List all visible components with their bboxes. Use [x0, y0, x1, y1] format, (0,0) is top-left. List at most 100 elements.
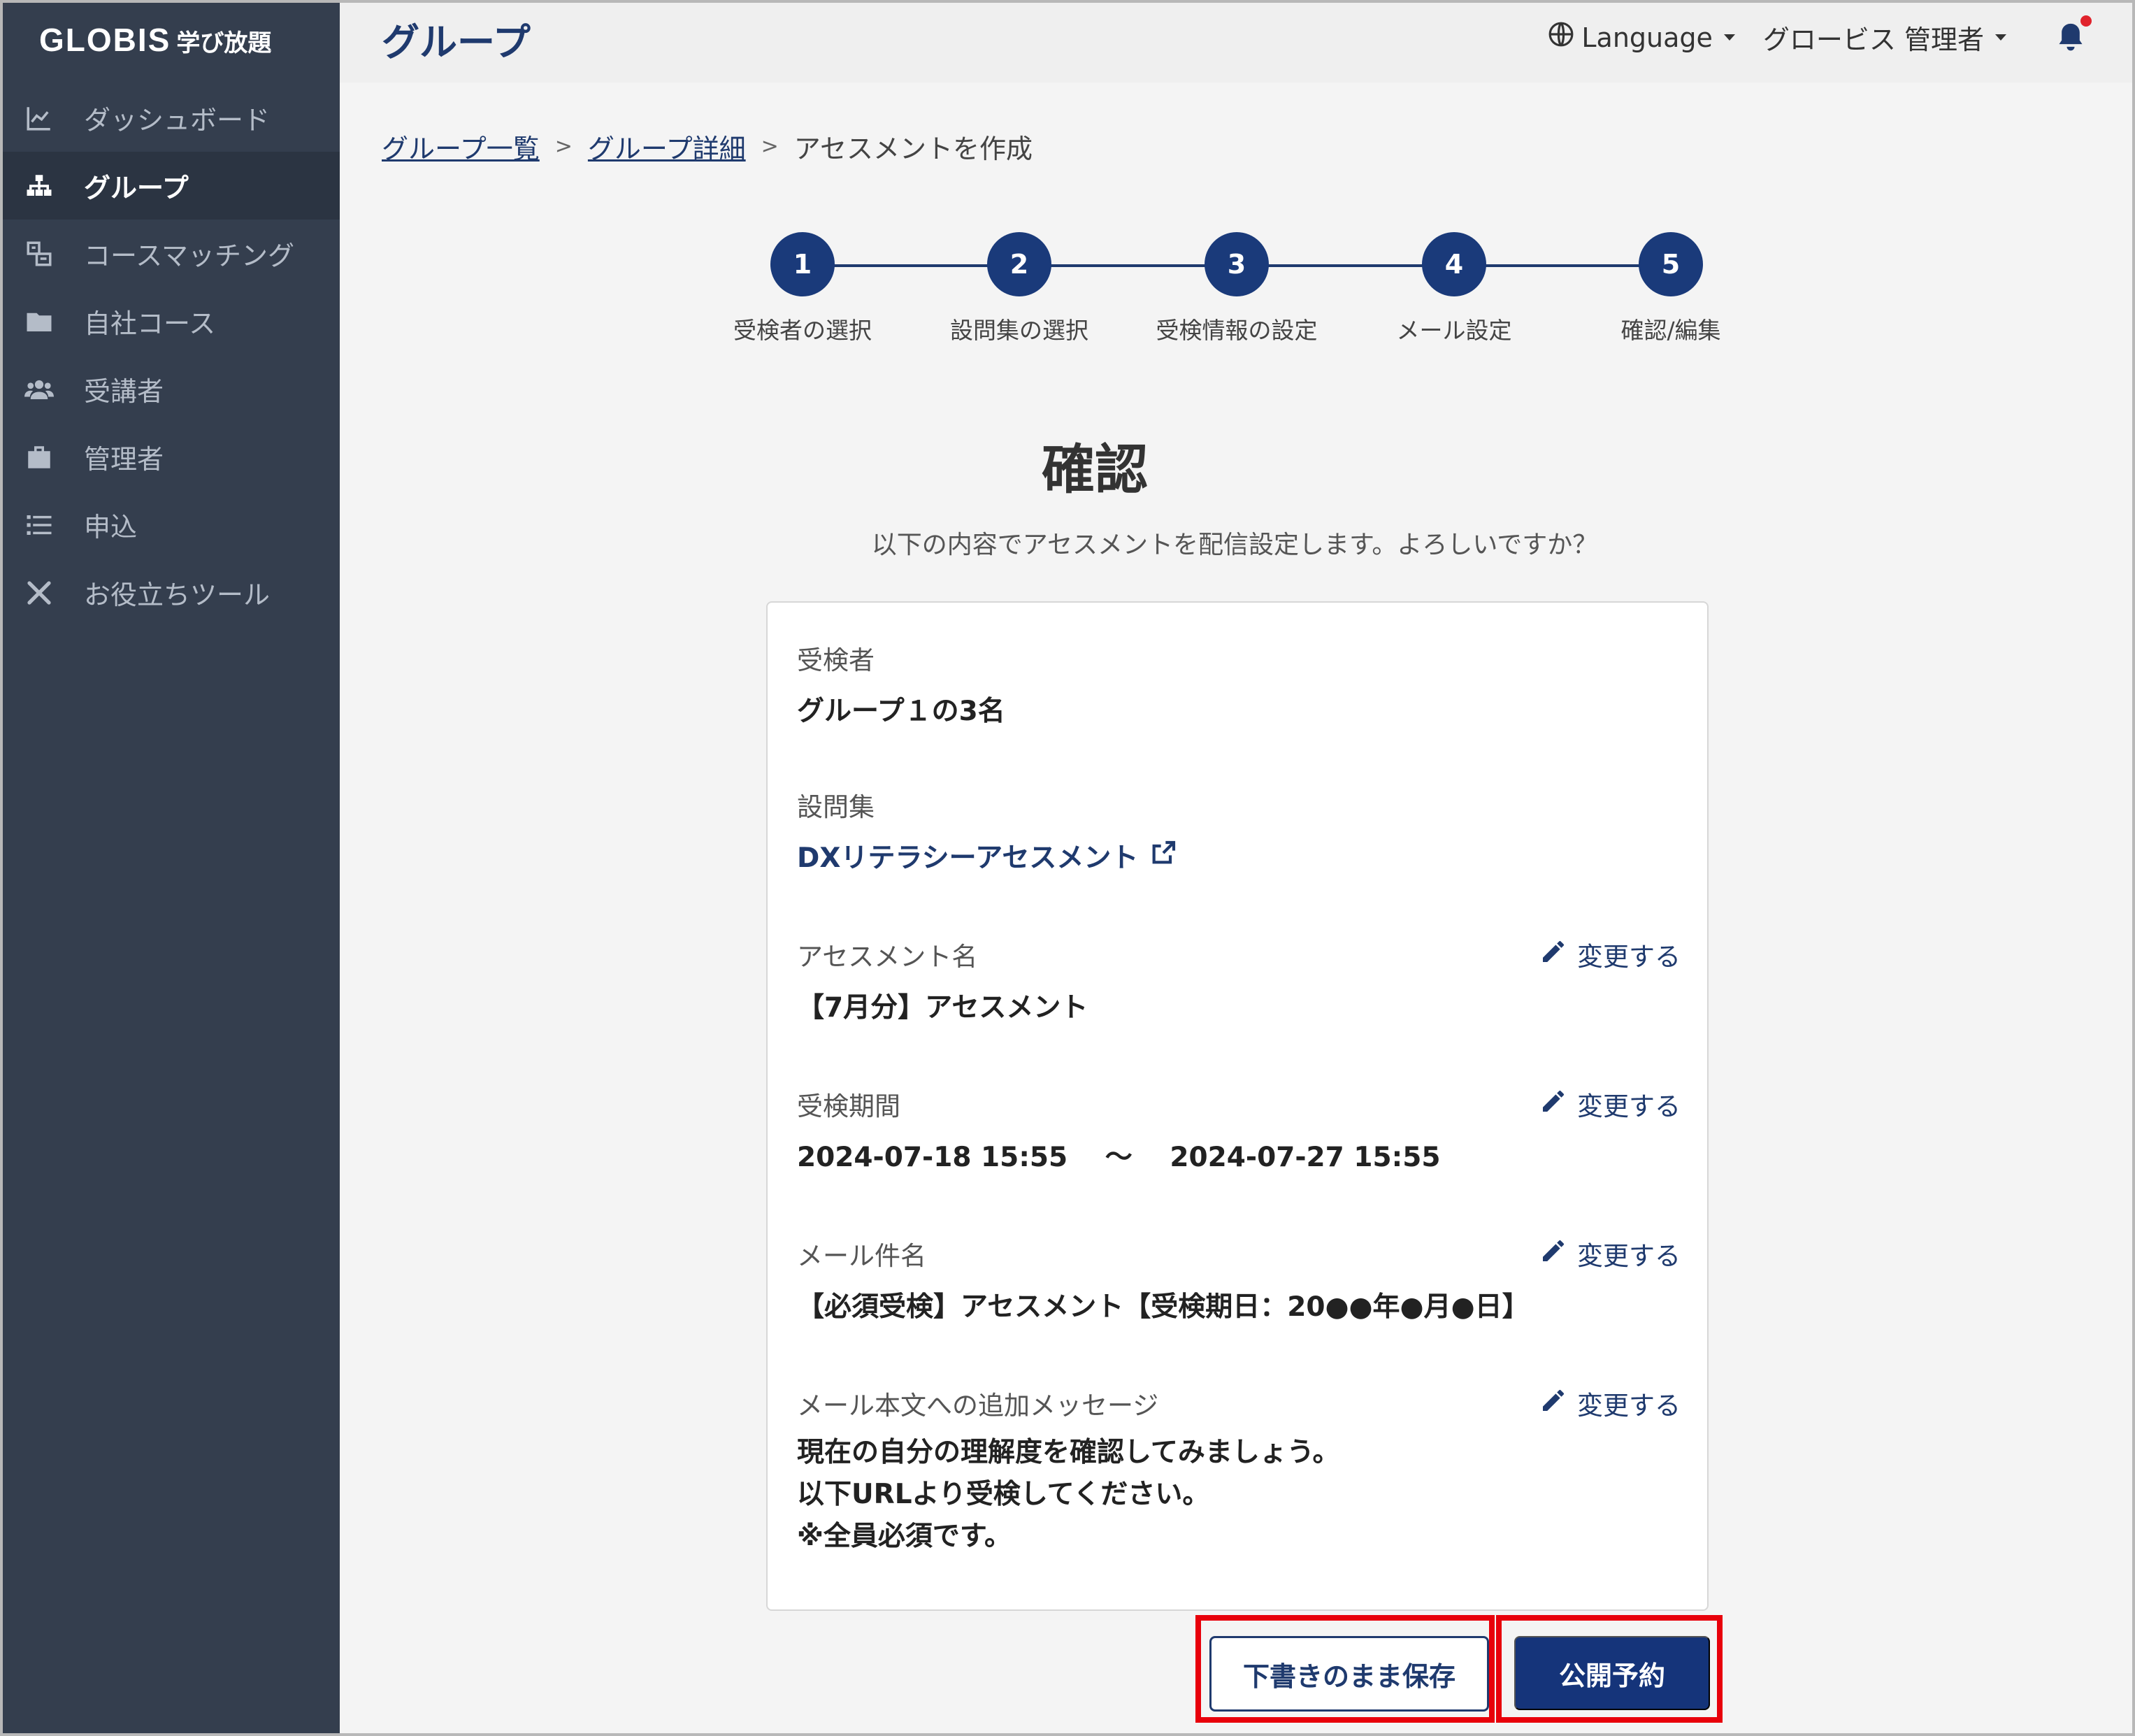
sidebar-item-label: 申込 — [84, 512, 138, 543]
sidebar: GLOBIS 学び放題 ダッシュボード グループ コースマッチング 自社コース — [0, 0, 340, 1736]
progress-stepper: 1 受検者の選択 2 設問集の選択 3 受検情報の設定 4 メール設定 5 確認… — [706, 232, 1741, 351]
step-number: 1 — [770, 232, 835, 296]
sidebar-item-label: 管理者 — [84, 444, 164, 475]
users-icon — [24, 374, 55, 405]
sidebar-item-label: 受講者 — [84, 376, 164, 407]
field-period: 受検期間 2024-07-18 15:55 〜 2024-07-27 15:55… — [797, 1085, 1681, 1179]
sidebar-item-label: 自社コース — [84, 308, 216, 339]
schedule-publish-button[interactable]: 公開予約 — [1514, 1636, 1710, 1710]
briefcase-icon — [24, 442, 55, 473]
notification-dot — [2080, 15, 2092, 27]
breadcrumb-group-detail[interactable]: グループ詳細 — [588, 127, 746, 166]
chevron-down-icon — [1995, 34, 2006, 41]
mail-message-body: 現在の自分の理解度を確認してみましょう。 以下URLより受検してください。 ※全… — [797, 1432, 1681, 1558]
step-label: 受検情報の設定 — [1156, 317, 1318, 344]
sidebar-item-applications[interactable]: 申込 — [0, 491, 340, 559]
step-label: 受検者の選択 — [733, 317, 872, 344]
question-set-name: DXリテラシーアセスメント — [797, 842, 1139, 874]
step-number: 2 — [987, 232, 1051, 296]
sidebar-item-label: お役立ちツール — [84, 580, 271, 610]
sidebar-item-label: グループ — [84, 173, 189, 203]
user-menu[interactable]: グロービス 管理者 — [1763, 18, 2006, 57]
user-name: グロービス 管理者 — [1762, 24, 1984, 55]
edit-period-button[interactable]: 変更する — [1539, 1085, 1681, 1123]
field-mail-message: メール本文への追加メッセージ 現在の自分の理解度を確認してみましょう。 以下UR… — [797, 1384, 1681, 1558]
edit-mail-subject-button[interactable]: 変更する — [1539, 1235, 1681, 1272]
external-link-icon — [1149, 838, 1177, 880]
breadcrumb-separator: > — [761, 134, 779, 159]
logo-brand: GLOBIS — [39, 22, 171, 58]
field-question-set: 設問集 DXリテラシーアセスメント — [797, 786, 1681, 880]
question-set-link[interactable]: DXリテラシーアセスメント — [797, 838, 1681, 880]
sidebar-item-admins[interactable]: 管理者 — [0, 423, 340, 491]
breadcrumb: グループ一覧 > グループ詳細 > アセスメントを作成 — [382, 127, 1033, 166]
edit-label: 変更する — [1577, 1091, 1681, 1121]
field-examinee: 受検者 グループ１の3名 — [797, 639, 1681, 733]
step-3: 3 受検情報の設定 — [1140, 232, 1333, 345]
edit-mail-message-button[interactable]: 変更する — [1539, 1384, 1681, 1422]
folder-icon — [24, 306, 55, 337]
period-end: 2024-07-27 15:55 — [1170, 1142, 1441, 1173]
mail-message-line: 現在の自分の理解度を確認してみましょう。 — [797, 1437, 1340, 1468]
sidebar-item-course-matching[interactable]: コースマッチング — [0, 220, 340, 287]
field-value: 【必須受検】アセスメント【受検期日：20●●年●月●日】 — [797, 1291, 1530, 1323]
pencil-icon — [1539, 938, 1567, 972]
course-matching-icon — [24, 238, 55, 269]
field-mail-subject: メール件名 【必須受検】アセスメント【受検期日：20●●年●月●日】 変更する — [797, 1235, 1681, 1328]
step-label: 確認/編集 — [1620, 317, 1721, 344]
step-label: 設問集の選択 — [950, 317, 1088, 344]
page-heading: グループ — [382, 20, 531, 64]
logo-subtitle: 学び放題 — [176, 29, 272, 57]
mail-message-line: 以下URLより受検してください。 — [797, 1479, 1210, 1510]
step-number: 3 — [1205, 232, 1269, 296]
sidebar-nav: ダッシュボード グループ コースマッチング 自社コース 受講者 管理者 申込 お… — [0, 84, 340, 626]
field-label: 設問集 — [797, 792, 875, 822]
header-actions: Language グロービス 管理者 — [1548, 15, 2092, 57]
edit-label: 変更する — [1577, 942, 1681, 972]
confirmation-card: 受検者 グループ１の3名 設問集 DXリテラシーアセスメント アセスメント名 【… — [766, 601, 1709, 1611]
language-selector[interactable]: Language — [1548, 21, 1735, 54]
step-number: 4 — [1422, 232, 1486, 296]
breadcrumb-group-list[interactable]: グループ一覧 — [382, 127, 540, 166]
field-assessment-name: アセスメント名 【7月分】アセスメント 変更する — [797, 935, 1681, 1029]
sidebar-item-tools[interactable]: お役立ちツール — [0, 559, 340, 626]
field-value: 【7月分】アセスメント — [797, 992, 1088, 1024]
breadcrumb-current: アセスメントを作成 — [793, 134, 1033, 164]
notification-bell-icon[interactable] — [2055, 15, 2092, 55]
field-value: 2024-07-18 15:55 〜 2024-07-27 15:55 — [797, 1137, 1681, 1179]
chevron-down-icon — [1723, 34, 1735, 41]
chart-line-icon — [24, 103, 55, 134]
sidebar-item-own-course[interactable]: 自社コース — [0, 287, 340, 355]
step-4: 4 メール設定 — [1358, 232, 1551, 345]
save-draft-button[interactable]: 下書きのまま保存 — [1209, 1636, 1489, 1712]
field-label: 受検者 — [797, 645, 875, 675]
sidebar-item-label: ダッシュボード — [84, 105, 271, 136]
language-label: Language — [1581, 22, 1713, 53]
breadcrumb-separator: > — [554, 134, 573, 159]
tools-icon — [24, 578, 55, 608]
edit-label: 変更する — [1577, 1241, 1681, 1271]
logo[interactable]: GLOBIS 学び放題 — [39, 21, 271, 63]
sidebar-item-group[interactable]: グループ — [0, 152, 340, 220]
pencil-icon — [1539, 1237, 1567, 1271]
sidebar-item-learners[interactable]: 受講者 — [0, 355, 340, 423]
step-label: メール設定 — [1396, 317, 1512, 344]
sidebar-item-label: コースマッチング — [84, 241, 294, 271]
step-2: 2 設問集の選択 — [923, 232, 1116, 345]
confirm-description: 以下の内容でアセスメントを配信設定します。よろしいですか？ — [871, 531, 1598, 559]
period-start: 2024-07-18 15:55 — [797, 1142, 1068, 1173]
confirm-title: 確認 — [1042, 438, 1148, 501]
pencil-icon — [1539, 1386, 1567, 1421]
list-icon — [24, 510, 55, 540]
period-separator: 〜 — [1105, 1142, 1133, 1173]
mail-message-line: ※全員必須です。 — [797, 1521, 1012, 1552]
step-1: 1 受検者の選択 — [706, 232, 899, 345]
step-number: 5 — [1639, 232, 1703, 296]
sidebar-item-dashboard[interactable]: ダッシュボード — [0, 84, 340, 152]
pencil-icon — [1539, 1087, 1567, 1121]
edit-label: 変更する — [1577, 1391, 1681, 1421]
step-5: 5 確認/編集 — [1574, 232, 1767, 345]
sitemap-icon — [24, 171, 55, 201]
edit-assessment-name-button[interactable]: 変更する — [1539, 935, 1681, 973]
globe-icon — [1548, 21, 1574, 54]
